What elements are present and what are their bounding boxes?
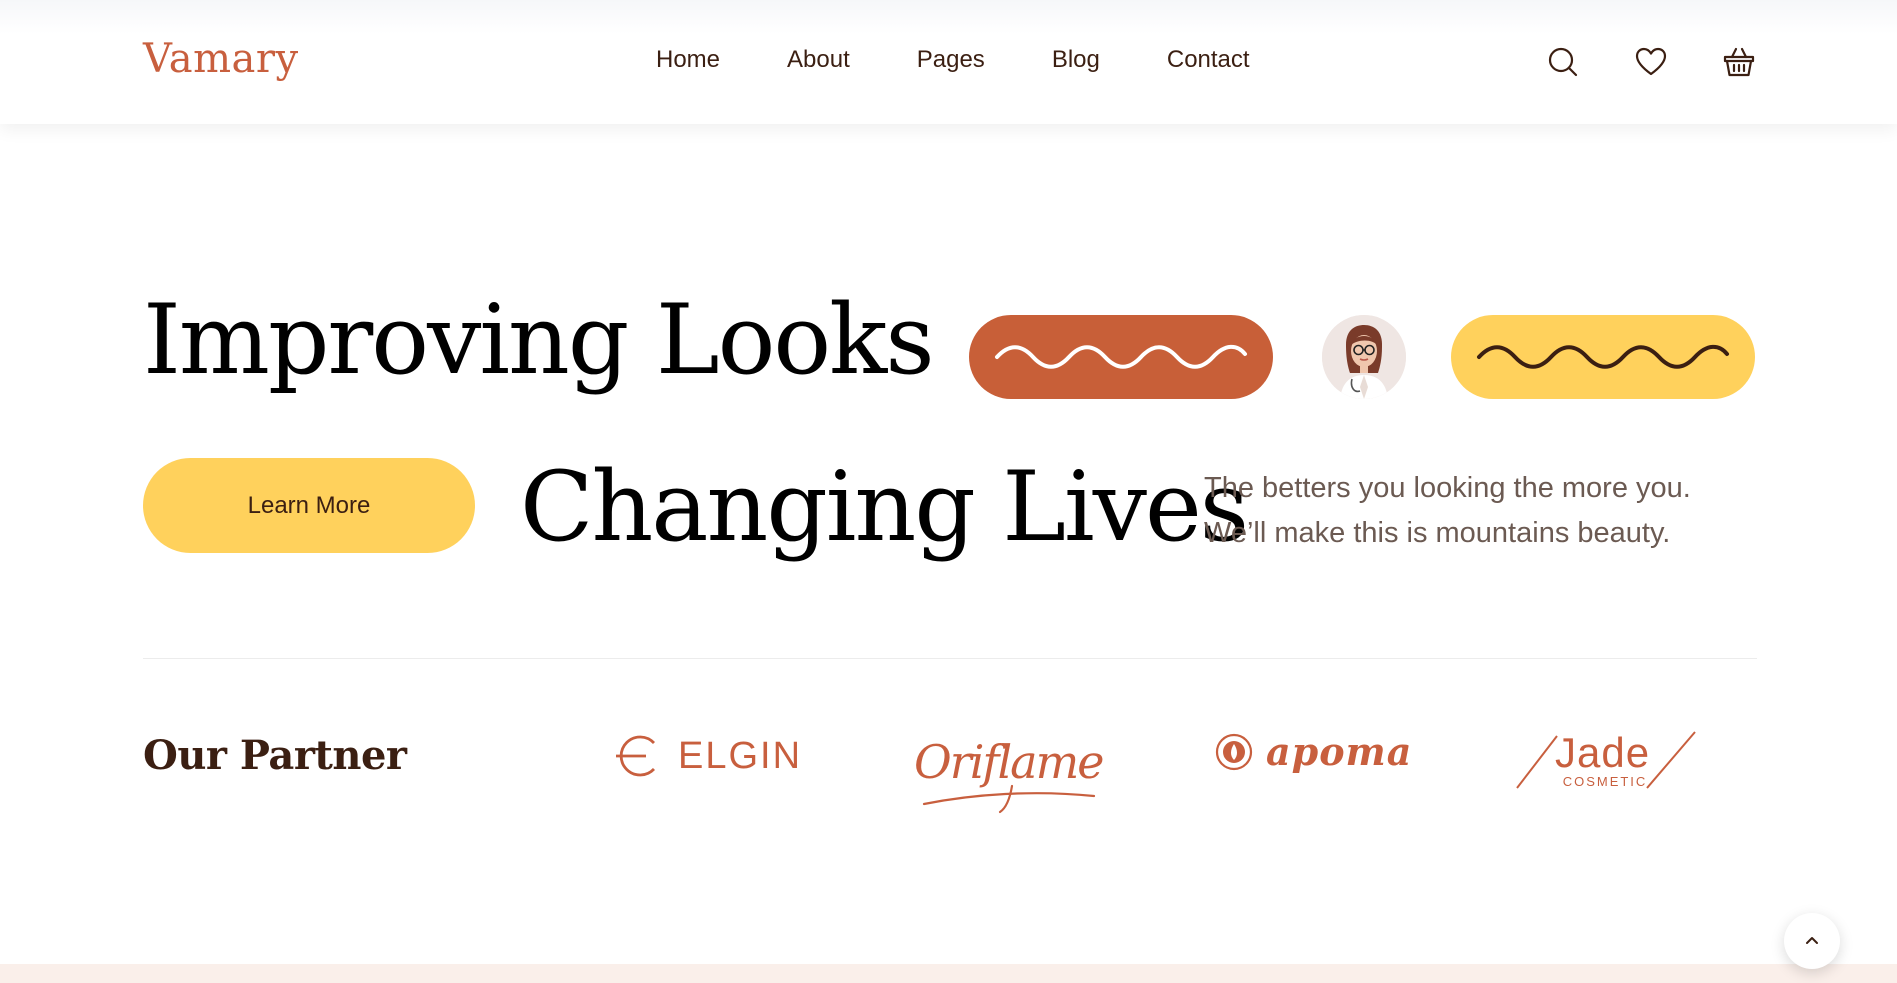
nav-item-contact[interactable]: Contact: [1167, 44, 1250, 76]
avatar: [1322, 315, 1406, 399]
nav-item-about[interactable]: About: [787, 44, 850, 76]
partner-name-apoma: apoma: [1266, 729, 1413, 774]
partner-logo-elgin[interactable]: ELGIN: [614, 731, 802, 781]
site-logo[interactable]: Vamary: [143, 34, 299, 84]
section-divider: [143, 658, 1757, 659]
hero-title-line1: Improving Looks: [143, 284, 935, 396]
hero-description-line2: We’ll make this is mountains beauty.: [1204, 517, 1671, 549]
hero-title-line2: Changing Lives: [520, 451, 1249, 563]
decorative-pill-orange: [969, 315, 1273, 399]
search-icon[interactable]: [1546, 45, 1580, 79]
basket-icon[interactable]: [1722, 45, 1756, 79]
site-header: Vamary Home About Pages Blog Contact: [0, 0, 1897, 124]
partner-logo-apoma[interactable]: apoma: [1214, 730, 1412, 774]
footer-band: [0, 964, 1897, 983]
apoma-logo-icon: [1214, 732, 1254, 772]
partner-sub-jade: COSMETIC: [1562, 774, 1648, 789]
scroll-to-top-button[interactable]: [1784, 913, 1840, 969]
learn-more-button[interactable]: Learn More: [143, 458, 475, 553]
hero-description: The betters you looking the more you. We…: [1204, 466, 1804, 556]
partner-name-jade: Jade: [1555, 729, 1651, 776]
wave-icon: [1477, 344, 1729, 369]
nav-item-blog[interactable]: Blog: [1052, 44, 1100, 76]
heart-icon[interactable]: [1634, 45, 1668, 79]
main-nav: Home About Pages Blog Contact: [656, 44, 1250, 76]
chevron-up-icon: [1806, 937, 1818, 944]
nav-item-home[interactable]: Home: [656, 44, 720, 76]
elgin-logo-icon: [614, 731, 664, 781]
oriflame-swash-icon: [922, 784, 1096, 814]
hero-description-line1: The betters you looking the more you.: [1204, 472, 1691, 504]
partner-logo-oriflame[interactable]: Oriflame: [914, 724, 1104, 816]
header-actions: [1546, 45, 1756, 79]
wave-icon: [995, 344, 1247, 369]
nav-item-pages[interactable]: Pages: [917, 44, 985, 76]
partner-logo-jade[interactable]: Jade COSMETIC: [1515, 730, 1697, 790]
partner-name-elgin: ELGIN: [678, 735, 803, 777]
decorative-pill-yellow: [1451, 315, 1755, 399]
partners-title: Our Partner: [143, 732, 407, 779]
